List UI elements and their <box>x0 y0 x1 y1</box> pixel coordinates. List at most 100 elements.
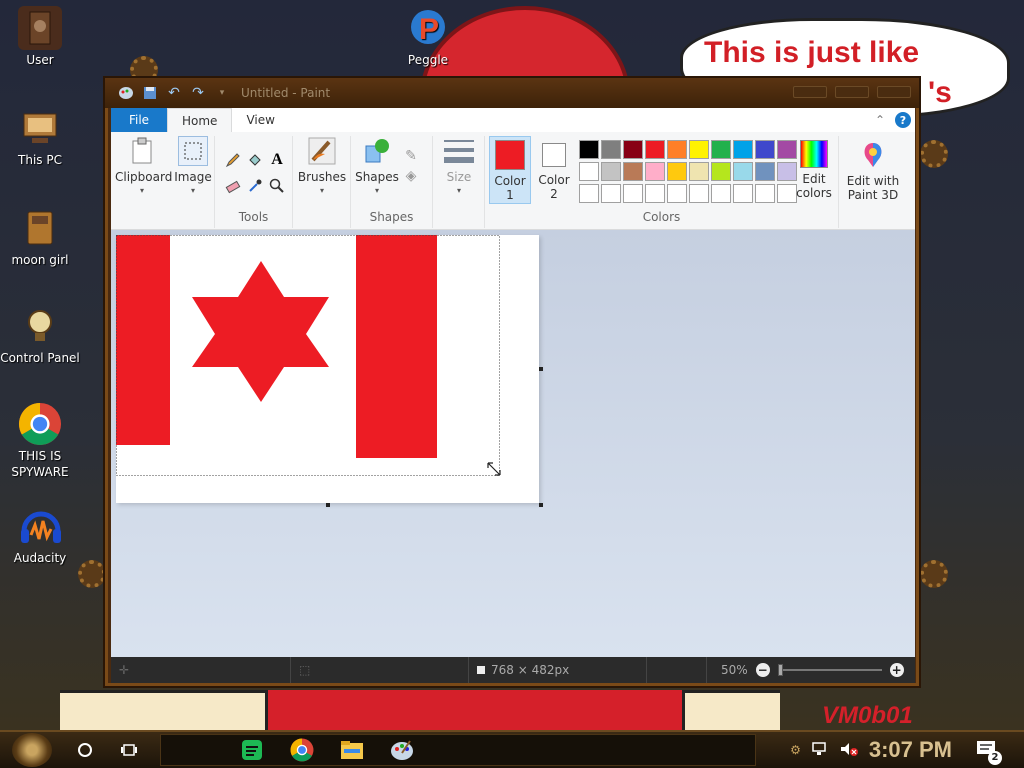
desktop-icon-label: THIS IS SPYWARE <box>11 449 69 479</box>
palette-swatch[interactable] <box>689 140 709 159</box>
palette-swatch[interactable] <box>623 184 643 203</box>
palette-swatch[interactable] <box>755 140 775 159</box>
notification-center-icon[interactable]: 2 <box>976 740 1002 765</box>
canvas-resize-handle-bottom[interactable] <box>326 503 330 507</box>
palette-swatch[interactable] <box>645 162 665 181</box>
palette-swatch[interactable] <box>645 184 665 203</box>
palette-swatch[interactable] <box>733 140 753 159</box>
tray-gear-icon[interactable]: ⚙ <box>790 743 801 757</box>
zoom-slider[interactable] <box>777 663 882 677</box>
desktop-icon-chrome[interactable]: THIS IS SPYWARE <box>0 402 80 480</box>
image-group: Image ▾ <box>171 136 215 228</box>
palette-swatch[interactable] <box>579 162 599 181</box>
palette-swatch[interactable] <box>689 162 709 181</box>
outline-icon[interactable]: ✎ <box>401 146 421 166</box>
palette-swatch[interactable] <box>667 184 687 203</box>
chevron-down-icon: ▾ <box>456 186 461 195</box>
zoom-in-button[interactable]: + <box>889 663 904 677</box>
tab-file[interactable]: File <box>111 108 167 132</box>
clipboard-button[interactable]: Clipboard ▾ <box>115 136 172 198</box>
palette-swatch[interactable] <box>601 184 621 203</box>
edit-with-paint3d-button[interactable]: Edit with Paint 3D <box>841 140 905 202</box>
palette-swatch[interactable] <box>601 162 621 181</box>
drawing-canvas[interactable] <box>116 235 543 507</box>
palette-swatch[interactable] <box>601 140 621 159</box>
fill-icon[interactable] <box>245 150 265 170</box>
task-view-icon[interactable] <box>114 735 144 765</box>
palette-swatch[interactable] <box>579 184 599 203</box>
volume-muted-icon[interactable] <box>839 741 859 760</box>
help-icon[interactable]: ? <box>895 112 911 128</box>
palette-swatch[interactable] <box>579 140 599 159</box>
canvas-workspace[interactable] <box>111 230 915 657</box>
selection-size-icon: ⬚ <box>299 663 311 677</box>
redo-icon[interactable]: ↷ <box>189 84 207 102</box>
audacity-icon <box>18 504 62 548</box>
tab-view[interactable]: View <box>232 108 288 132</box>
canvas-resize-handle-corner[interactable] <box>539 503 543 507</box>
desktop-icon-this-pc[interactable]: This PC <box>0 106 80 168</box>
close-button[interactable] <box>877 86 911 98</box>
palette-swatch[interactable] <box>645 140 665 159</box>
paint-taskbar-icon[interactable] <box>387 735 417 765</box>
canvas-resize-handle-right[interactable] <box>539 367 543 371</box>
customize-qat-icon[interactable]: ▾ <box>213 84 231 102</box>
svg-text:P: P <box>419 13 439 46</box>
desktop-icon-peggle[interactable]: P Peggle <box>388 6 468 68</box>
color2-label-bottom: 2 <box>550 187 558 201</box>
size-button[interactable]: Size ▾ <box>437 136 481 198</box>
collapse-ribbon-icon[interactable]: ⌃ <box>875 113 885 127</box>
start-button[interactable] <box>12 733 52 767</box>
desktop-icon-label: Audacity <box>13 551 67 565</box>
search-icon[interactable] <box>70 735 100 765</box>
desktop-icon-moon-girl[interactable]: moon girl <box>0 206 80 268</box>
text-icon[interactable]: A <box>267 150 287 170</box>
tools-group: A Tools <box>215 136 293 228</box>
window-title: Untitled - Paint <box>241 86 331 100</box>
palette-swatch[interactable] <box>733 162 753 181</box>
palette-swatch[interactable] <box>755 162 775 181</box>
image-button[interactable]: Image ▾ <box>173 136 213 198</box>
palette-swatch[interactable] <box>711 184 731 203</box>
color1-button[interactable]: Color 1 <box>489 136 531 204</box>
palette-swatch[interactable] <box>711 162 731 181</box>
palette-swatch[interactable] <box>733 184 753 203</box>
spotify-icon[interactable] <box>237 735 267 765</box>
minimize-button[interactable] <box>793 86 827 98</box>
undo-icon[interactable]: ↶ <box>165 84 183 102</box>
palette-swatch[interactable] <box>755 184 775 203</box>
chrome-taskbar-icon[interactable] <box>287 735 317 765</box>
shapes-button[interactable]: Shapes ▾ <box>355 136 399 198</box>
shape-fill-icon[interactable]: ◈ <box>401 166 421 186</box>
paint-app-icon[interactable] <box>117 84 135 102</box>
color-picker-icon[interactable] <box>245 176 265 196</box>
desktop-icon-control-panel[interactable]: Control Panel <box>0 304 80 366</box>
zoom-controls: 50% − + <box>707 663 904 677</box>
palette-swatch[interactable] <box>623 162 643 181</box>
color2-button[interactable]: Color 2 <box>533 136 575 201</box>
pencil-icon[interactable] <box>223 150 243 170</box>
title-bar[interactable]: ↶ ↷ ▾ Untitled - Paint <box>105 78 919 108</box>
brushes-button[interactable]: Brushes ▾ <box>295 136 349 198</box>
maximize-button[interactable] <box>835 86 869 98</box>
save-icon[interactable] <box>141 84 159 102</box>
tab-home[interactable]: Home <box>167 108 233 132</box>
edit-colors-label-bottom: colors <box>796 186 832 200</box>
network-icon[interactable] <box>811 741 829 760</box>
palette-swatch[interactable] <box>689 184 709 203</box>
palette-swatch[interactable] <box>711 140 731 159</box>
tools-group-label: Tools <box>238 210 269 224</box>
magnifier-icon[interactable] <box>267 176 287 196</box>
desktop-icon-user[interactable]: User <box>0 6 80 68</box>
edit-colors-button[interactable]: Edit colors <box>791 140 837 200</box>
palette-swatch[interactable] <box>667 140 687 159</box>
clock[interactable]: 3:07 PM <box>869 737 952 763</box>
zoom-slider-thumb[interactable] <box>777 664 783 676</box>
eraser-icon[interactable] <box>223 176 243 196</box>
desktop-icon-audacity[interactable]: Audacity <box>0 504 80 566</box>
file-explorer-icon[interactable] <box>337 735 367 765</box>
zoom-out-button[interactable]: − <box>755 663 770 677</box>
palette-swatch[interactable] <box>667 162 687 181</box>
size-label: Size <box>446 170 472 184</box>
palette-swatch[interactable] <box>623 140 643 159</box>
